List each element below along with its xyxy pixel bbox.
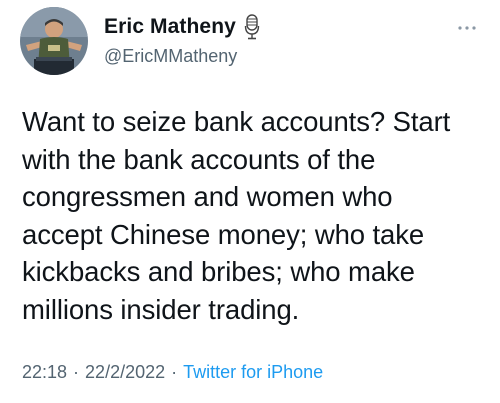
meta-separator: · (171, 362, 178, 382)
user-info: Eric Matheny @EricMMatheny (104, 14, 434, 67)
tweet-card: Eric Matheny @EricMMatheny Want to seize… (0, 0, 500, 403)
avatar-image (20, 7, 88, 75)
meta-separator: · (73, 362, 80, 382)
tweet-source-link[interactable]: Twitter for iPhone (183, 362, 323, 383)
display-name-row: Eric Matheny (104, 14, 434, 40)
tweet-text: Want to seize bank accounts? Start with … (22, 106, 451, 325)
tweet-date[interactable]: 22/2/2022 (85, 362, 165, 383)
tweet-metadata: 22:18 · 22/2/2022 · Twitter for iPhone (22, 362, 323, 383)
more-options-icon[interactable] (456, 20, 478, 30)
user-handle[interactable]: @EricMMatheny (104, 46, 434, 67)
display-name[interactable]: Eric Matheny (104, 15, 236, 39)
microphone-icon (244, 14, 260, 40)
avatar[interactable] (20, 7, 88, 75)
tweet-time[interactable]: 22:18 (22, 362, 67, 383)
